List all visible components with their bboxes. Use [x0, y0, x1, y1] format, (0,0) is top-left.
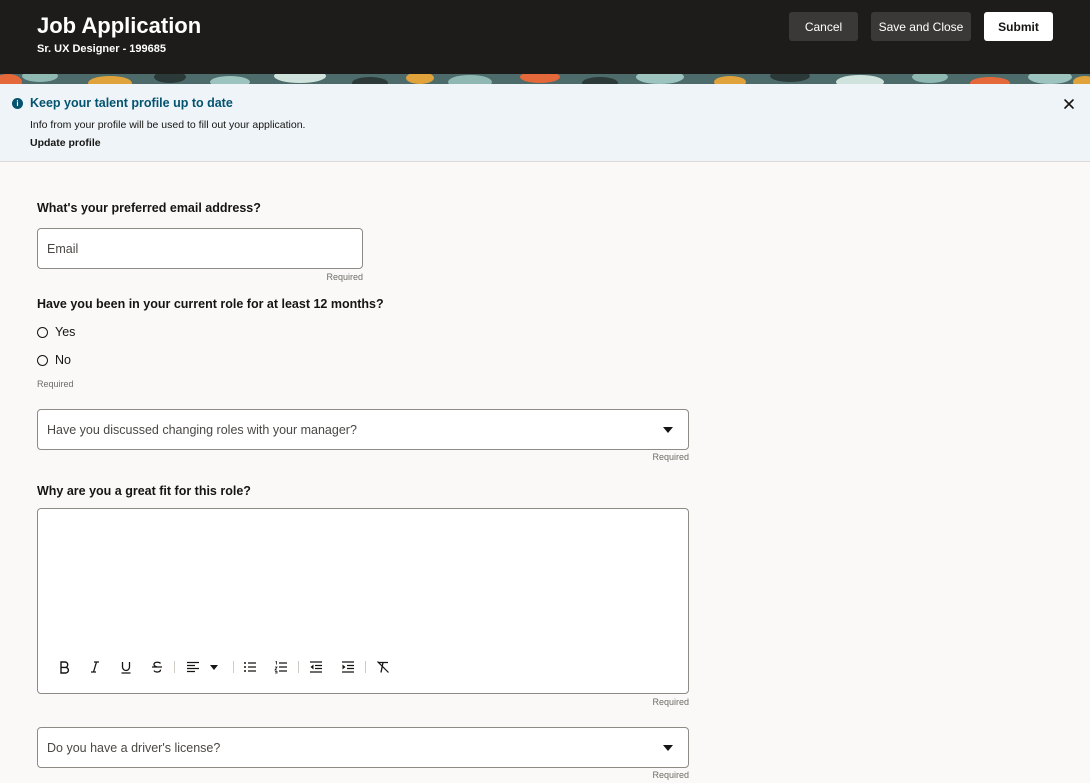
- great-fit-question: Why are you a great fit for this role?: [37, 484, 251, 498]
- discussed-manager-required-hint: Required: [652, 452, 689, 462]
- caret-down-icon: [663, 745, 673, 751]
- italic-icon[interactable]: [87, 657, 103, 677]
- current-role-question: Have you been in your current role for a…: [37, 297, 384, 311]
- email-input[interactable]: [38, 229, 362, 268]
- toolbar-separator: [365, 661, 366, 673]
- great-fit-required-hint: Required: [652, 697, 689, 707]
- bold-icon[interactable]: [56, 657, 72, 677]
- indent-icon[interactable]: [340, 657, 356, 677]
- toolbar-separator: [298, 661, 299, 673]
- message-text: Info from your profile will be used to f…: [30, 119, 306, 131]
- drivers-license-select[interactable]: Do you have a driver's license?: [37, 727, 689, 768]
- email-question: What's your preferred email address?: [37, 201, 261, 215]
- decorative-banner: [0, 74, 1090, 84]
- page-header: Job Application Sr. UX Designer - 199685…: [0, 0, 1090, 74]
- email-field-container: [37, 228, 363, 269]
- numbered-list-icon[interactable]: [273, 657, 289, 677]
- update-profile-link[interactable]: Update profile: [30, 137, 101, 149]
- radio-yes[interactable]: Yes: [37, 325, 75, 339]
- job-subtitle: Sr. UX Designer - 199685: [37, 43, 167, 55]
- discussed-manager-select[interactable]: Have you discussed changing roles with y…: [37, 409, 689, 450]
- close-icon[interactable]: [1062, 97, 1076, 111]
- drivers-license-required-hint: Required: [652, 770, 689, 780]
- clear-formatting-icon[interactable]: [375, 657, 391, 677]
- underline-icon[interactable]: [118, 657, 134, 677]
- submit-button[interactable]: Submit: [984, 12, 1053, 41]
- cancel-button[interactable]: Cancel: [789, 12, 858, 41]
- great-fit-textarea[interactable]: [38, 509, 688, 649]
- discussed-manager-placeholder: Have you discussed changing roles with y…: [47, 422, 357, 437]
- bulleted-list-icon[interactable]: [242, 657, 258, 677]
- radio-no[interactable]: No: [37, 353, 71, 367]
- radio-circle[interactable]: [37, 326, 48, 338]
- radio-yes-label: Yes: [55, 325, 76, 339]
- info-icon: i: [12, 98, 23, 109]
- align-left-icon[interactable]: [184, 657, 224, 677]
- caret-down-icon: [663, 427, 673, 433]
- drivers-license-placeholder: Do you have a driver's license?: [47, 740, 221, 755]
- toolbar-separator: [174, 661, 175, 673]
- message-title: Keep your talent profile up to date: [30, 96, 233, 110]
- email-required-hint: Required: [326, 272, 363, 282]
- rich-text-editor: [37, 508, 689, 694]
- radio-no-label: No: [55, 353, 71, 367]
- save-and-close-button[interactable]: Save and Close: [871, 12, 971, 41]
- toolbar-separator: [233, 661, 234, 673]
- strikethrough-icon[interactable]: [149, 657, 165, 677]
- profile-message-banner: i Keep your talent profile up to date In…: [0, 84, 1090, 162]
- outdent-icon[interactable]: [308, 657, 324, 677]
- radio-circle[interactable]: [37, 354, 48, 366]
- current-role-required-hint: Required: [37, 379, 74, 389]
- page-title: Job Application: [37, 13, 202, 38]
